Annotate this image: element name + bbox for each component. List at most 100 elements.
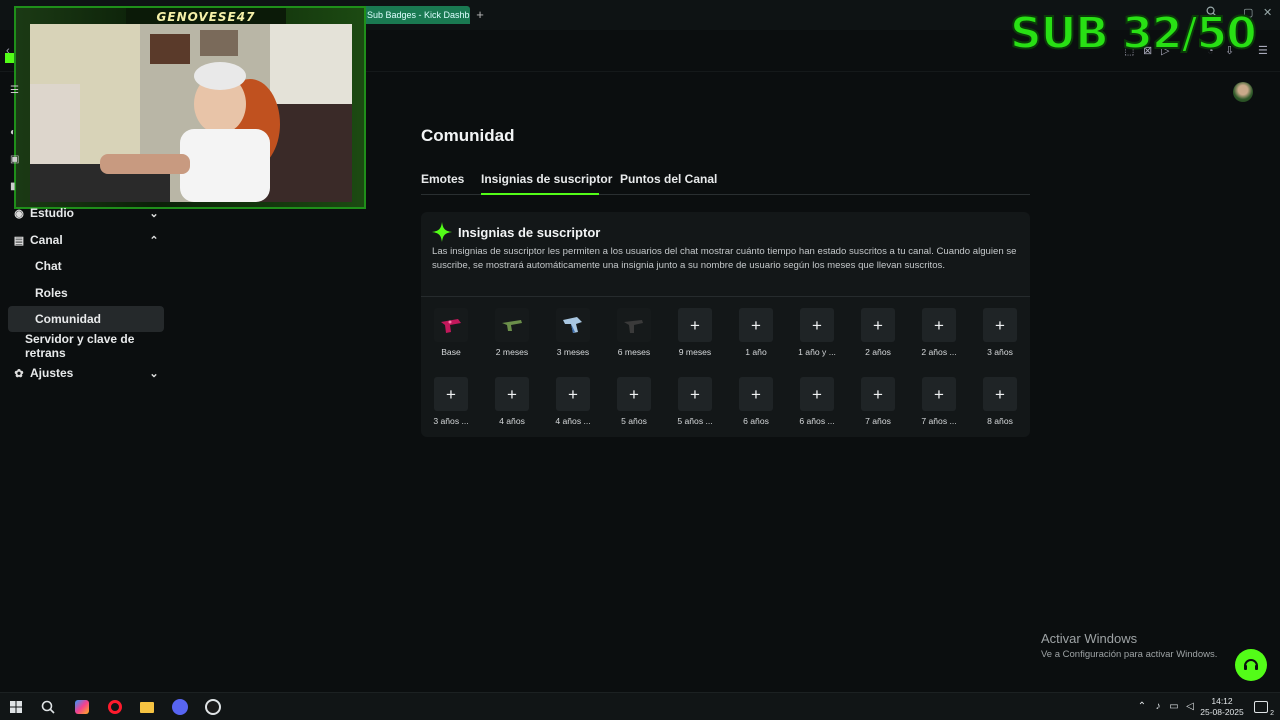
badge-slot[interactable]: +6 años — [728, 377, 784, 426]
badge-slot[interactable]: +5 años ... — [667, 377, 723, 426]
badge-slot[interactable]: +2 años — [850, 308, 906, 357]
sidebar-item-label: Canal — [30, 233, 63, 247]
support-button[interactable] — [1235, 649, 1267, 681]
badge-slot[interactable]: +7 años ... — [911, 377, 967, 426]
channel-icon: ▤ — [13, 234, 25, 247]
badge-image[interactable] — [617, 308, 651, 342]
notifications-icon[interactable]: 2 — [1247, 693, 1275, 720]
badge-slot[interactable]: +6 años ... — [789, 377, 845, 426]
badge-slot[interactable]: 3 meses — [545, 308, 601, 357]
sidebar-item-chat[interactable]: Chat — [8, 253, 164, 279]
add-badge-button[interactable]: + — [800, 308, 834, 342]
sidebar-item-servidor[interactable]: Servidor y clave de retrans — [8, 332, 178, 360]
add-badge-button[interactable]: + — [922, 308, 956, 342]
chevron-down-icon: ⌄ — [149, 207, 159, 220]
badge-slot[interactable]: +1 año — [728, 308, 784, 357]
badge-label: 3 años ... — [433, 416, 469, 426]
card-title: Insignias de suscriptor — [458, 224, 601, 240]
subscriber-badges-card: Insignias de suscriptor Las insignias de… — [421, 212, 1030, 437]
sidebar-item-roles[interactable]: Roles — [8, 280, 164, 306]
badge-slot[interactable]: +5 años — [606, 377, 662, 426]
discord-icon[interactable] — [166, 693, 194, 720]
badge-slot[interactable]: +3 años ... — [423, 377, 479, 426]
studio-icon: ◉ — [14, 207, 24, 220]
add-badge-button[interactable]: + — [983, 308, 1017, 342]
sidebar-item-comunidad[interactable]: Comunidad — [8, 306, 164, 332]
badge-slot[interactable]: +7 años — [850, 377, 906, 426]
add-badge-button[interactable]: + — [556, 377, 590, 411]
close-window-icon[interactable]: ✕ — [1263, 6, 1272, 19]
badge-slot[interactable]: +3 años — [972, 308, 1028, 357]
back-icon[interactable]: ‹ — [6, 30, 10, 72]
badge-slot[interactable]: +9 meses — [667, 308, 723, 357]
badge-label: 7 años — [865, 416, 891, 426]
add-badge-button[interactable]: + — [495, 377, 529, 411]
badge-label: 9 meses — [678, 347, 712, 357]
add-badge-button[interactable]: + — [434, 377, 468, 411]
add-badge-button[interactable]: + — [861, 308, 895, 342]
page-title: Comunidad — [421, 126, 515, 145]
tab-insignias[interactable]: Insignias de suscriptor — [481, 172, 612, 186]
badge-label: 3 años — [987, 347, 1013, 357]
clock-date: 25-08-2025 — [1200, 707, 1244, 717]
windows-taskbar: ⌃ ♪ ▭ ◁ 14:12 25-08-2025 2 — [0, 692, 1280, 720]
badge-image[interactable] — [434, 308, 468, 342]
badge-label: 3 meses — [556, 347, 590, 357]
badge-label: 7 años ... — [921, 416, 957, 426]
obs-icon[interactable] — [199, 693, 227, 720]
badge-image[interactable] — [556, 308, 590, 342]
badge-slot[interactable]: +1 año y ... — [789, 308, 845, 357]
add-badge-button[interactable]: + — [739, 308, 773, 342]
badge-slot[interactable]: +4 años ... — [545, 377, 601, 426]
plus-icon: + — [812, 315, 822, 335]
sidebar-item-canal[interactable]: ▤ Canal ⌃ — [8, 227, 164, 253]
new-tab-button[interactable]: + — [473, 6, 487, 24]
add-badge-button[interactable]: + — [922, 377, 956, 411]
badge-label: 2 meses — [495, 347, 529, 357]
opera-icon[interactable] — [101, 693, 129, 720]
badge-slot[interactable]: Base — [423, 308, 479, 357]
tab-puntos[interactable]: Puntos del Canal — [620, 172, 717, 186]
user-avatar[interactable] — [1233, 82, 1253, 102]
hamburger-icon[interactable]: ☰ — [10, 85, 19, 96]
plus-icon: + — [751, 315, 761, 335]
windows-start-icon[interactable] — [2, 693, 30, 720]
badge-label: 4 años — [499, 416, 525, 426]
badge-label: 1 año — [745, 347, 767, 357]
badge-thumbnail — [624, 320, 643, 333]
badge-slot[interactable]: +4 años — [484, 377, 540, 426]
sidebar-item-estudio[interactable]: ◉ Estudio ⌄ — [8, 200, 164, 226]
dashboard-icon[interactable]: ▣ — [10, 154, 19, 165]
notification-count: 2 — [1270, 710, 1274, 718]
add-badge-button[interactable]: + — [983, 377, 1017, 411]
badge-slot[interactable]: +8 años — [972, 377, 1028, 426]
badge-slot[interactable]: 2 meses — [484, 308, 540, 357]
chevron-up-icon: ⌃ — [149, 234, 159, 247]
add-badge-button[interactable]: + — [617, 377, 651, 411]
add-badge-button[interactable]: + — [678, 308, 712, 342]
copilot-icon[interactable] — [68, 693, 96, 720]
browser-tab-active[interactable]: Sub Badges - Kick Dashb — [360, 6, 470, 24]
tab-emotes[interactable]: Emotes — [421, 172, 464, 186]
plus-icon: + — [629, 384, 639, 404]
taskbar-search-icon[interactable] — [34, 693, 62, 720]
stream-icon[interactable]: ▮ — [10, 181, 16, 192]
badge-label: Base — [441, 347, 461, 357]
gear-icon: ✿ — [14, 367, 24, 380]
sidebar-item-label: Ajustes — [30, 366, 74, 380]
menu-icon[interactable]: ☰ — [1258, 30, 1268, 72]
file-explorer-icon[interactable] — [133, 693, 161, 720]
plus-icon: + — [690, 315, 700, 335]
badge-label: 6 años — [743, 416, 769, 426]
add-badge-button[interactable]: + — [861, 377, 895, 411]
plus-icon: + — [995, 384, 1005, 404]
badge-slot[interactable]: 6 meses — [606, 308, 662, 357]
add-badge-button[interactable]: + — [678, 377, 712, 411]
badge-image[interactable] — [495, 308, 529, 342]
system-clock[interactable]: 14:12 25-08-2025 — [1196, 696, 1248, 718]
home-icon[interactable]: ◐ — [10, 127, 16, 138]
add-badge-button[interactable]: + — [739, 377, 773, 411]
sidebar-item-ajustes[interactable]: ✿ Ajustes ⌄ — [8, 360, 164, 386]
badge-slot[interactable]: +2 años ... — [911, 308, 967, 357]
add-badge-button[interactable]: + — [800, 377, 834, 411]
